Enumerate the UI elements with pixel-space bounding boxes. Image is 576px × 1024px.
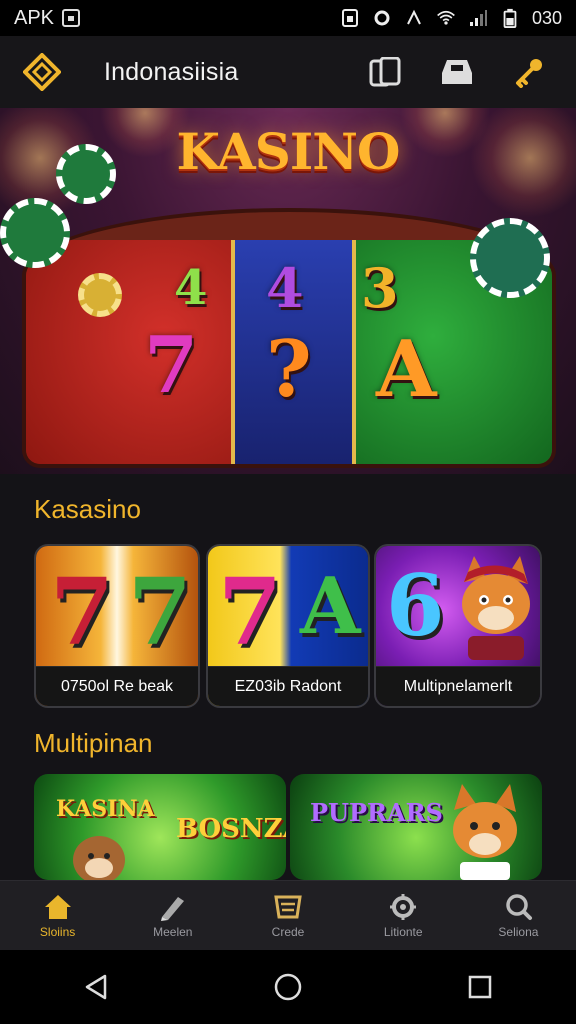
gear-icon <box>390 893 417 920</box>
app-title: Indonasiisia <box>104 57 239 86</box>
app-header: Indonasiisia <box>0 36 576 108</box>
hero-banner[interactable]: KASINO 4 4 3 7 ? A <box>0 108 576 474</box>
search-icon <box>506 893 533 920</box>
slot-symbol: 7 <box>218 558 283 666</box>
bottom-nav: Sloiins Meelen Crede Litionte Seliona <box>0 880 576 950</box>
back-button[interactable] <box>66 962 126 1012</box>
reel-symbol: ? <box>266 324 312 415</box>
game-tile[interactable]: 7 A EZ03ib Radont <box>206 544 370 708</box>
inbox-button[interactable] <box>432 52 482 92</box>
sim-icon <box>341 9 358 27</box>
reel-symbol: 4 <box>266 256 304 320</box>
nav-label: Crede <box>271 924 305 939</box>
slot-symbol: 6 <box>386 556 445 655</box>
tile-caption: Multipnelamerlt <box>376 666 540 706</box>
notification-icon <box>62 9 81 27</box>
home-circle-icon <box>274 973 302 1001</box>
section-title-multipinan: Multipinan <box>34 728 153 758</box>
reel-symbol: 7 <box>144 320 199 411</box>
poker-chip <box>0 198 70 268</box>
promo-label: KASINA <box>56 796 155 822</box>
status-time: 030 <box>531 7 562 28</box>
key-button[interactable] <box>504 52 554 92</box>
slot-symbol: 7 <box>50 558 115 666</box>
back-triangle-icon <box>85 974 107 1000</box>
fox-mascot-icon <box>462 556 530 660</box>
system-nav-bar <box>0 950 576 1024</box>
promo-label: PUPRARS <box>310 798 443 827</box>
tile-caption: 0750ol Re beak <box>36 666 198 706</box>
devices-button[interactable] <box>360 52 410 92</box>
poker-chip <box>470 218 550 298</box>
wifi-icon <box>437 10 455 25</box>
settings-status-icon <box>374 10 390 26</box>
nav-label: Sloiins <box>39 924 76 939</box>
reel-symbol: A <box>376 324 437 415</box>
section-title-kasasino: Kasasino <box>34 494 141 524</box>
slot-symbol: A <box>300 561 361 652</box>
gold-chip <box>78 273 122 317</box>
nav-item-home[interactable]: Sloiins <box>0 881 115 950</box>
status-bar: APK 030 <box>0 0 576 36</box>
nav-label: Litionte <box>383 924 423 939</box>
fox-mascot-icon <box>453 784 517 880</box>
data-icon <box>407 9 421 25</box>
nav-label: Meelen <box>153 924 193 939</box>
nav-item-litionte[interactable]: Litionte <box>346 881 461 950</box>
pencil-icon <box>160 896 184 921</box>
nav-label: Seliona <box>498 924 539 939</box>
promo-label: BOSNZA <box>176 814 286 844</box>
reel-symbol: 3 <box>361 256 399 320</box>
game-tile[interactable]: 7 7 0750ol Re beak <box>34 544 200 708</box>
promo-card[interactable]: KASINA BOSNZA <box>34 774 286 880</box>
promo-card[interactable]: PUPRARS <box>290 774 542 880</box>
basket-icon <box>274 895 302 918</box>
status-app-label: APK <box>14 6 55 29</box>
diamond-logo-icon[interactable] <box>22 52 62 92</box>
recents-button[interactable] <box>450 962 510 1012</box>
slot-symbol: 7 <box>128 558 193 666</box>
signal-icon <box>469 10 487 26</box>
poker-chip <box>56 144 116 204</box>
nav-item-crede[interactable]: Crede <box>230 881 345 950</box>
home-icon <box>44 894 71 919</box>
cat-mascot-icon <box>73 836 125 880</box>
inbox-icon <box>442 60 472 84</box>
key-icon <box>516 59 542 88</box>
devices-icon <box>369 57 401 87</box>
battery-icon <box>503 8 517 28</box>
nav-item-seliona[interactable]: Seliona <box>461 881 576 950</box>
home-system-button[interactable] <box>258 962 318 1012</box>
tile-caption: EZ03ib Radont <box>208 666 368 706</box>
game-tile[interactable]: 6 Multipnelamerlt <box>374 544 542 708</box>
reel-symbol: 4 <box>174 260 208 316</box>
recents-square-icon <box>468 975 492 999</box>
nav-item-meelen[interactable]: Meelen <box>115 881 230 950</box>
app-screen: APK 030 Indonasiisia KASINO 4 4 3 7 ? A … <box>0 0 576 1024</box>
